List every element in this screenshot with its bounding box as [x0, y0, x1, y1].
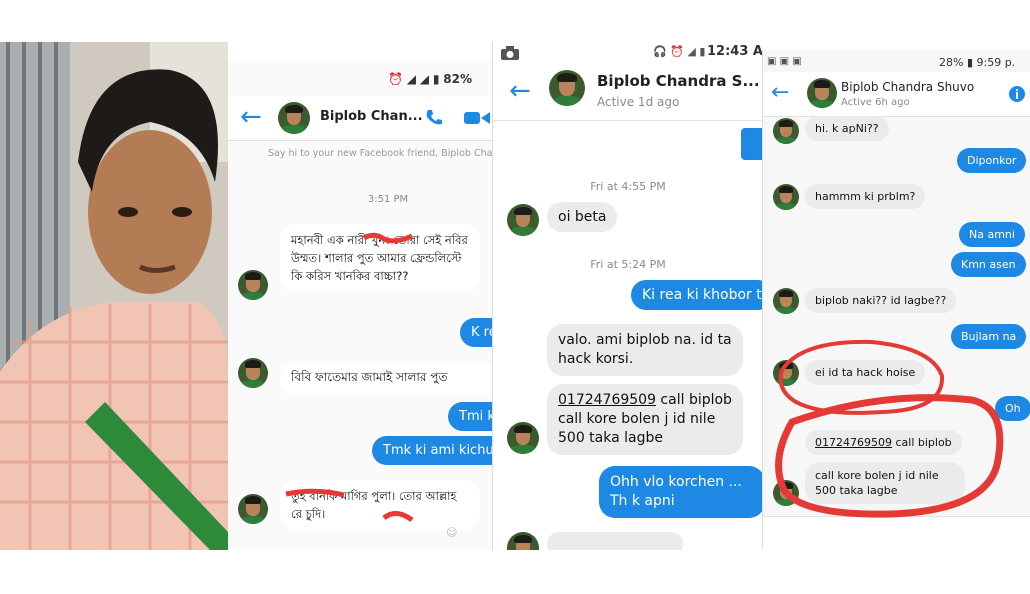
message-outgoing: Ki rea ki khobor t: [631, 280, 763, 310]
emoji-react-icon[interactable]: ☺: [446, 526, 457, 539]
avatar[interactable]: [773, 118, 799, 144]
avatar[interactable]: [773, 184, 799, 210]
message-incoming: 01724769509 call biplob call kore bolen …: [547, 384, 743, 455]
contact-name[interactable]: Biplob Chandra S...: [597, 72, 760, 90]
chat-header: ← Biplob Chan...: [228, 96, 492, 141]
chat-header: ← Biplob Chandra S... Active 1d ago: [493, 64, 763, 121]
message-outgoing: Na amni: [959, 222, 1025, 247]
battery-level: 82%: [443, 72, 473, 86]
avatar[interactable]: [238, 494, 268, 524]
profile-photo: [0, 42, 228, 550]
phone-number-link[interactable]: 01724769509: [558, 392, 656, 408]
message-outgoing: Ohh vlo korchen ... Th k apni: [599, 466, 763, 518]
back-arrow-icon[interactable]: ←: [771, 80, 789, 106]
status-right: 28% ▮ 9:59 p.: [939, 56, 1016, 69]
contact-name[interactable]: Biplob Chan...: [320, 109, 423, 124]
message-incoming: hammm ki prblm?: [805, 184, 926, 209]
active-status: Active 1d ago: [597, 95, 680, 109]
timestamp: 3:51 PM: [367, 194, 409, 205]
message-incoming-partial: [547, 532, 683, 550]
message-incoming: oi beta: [547, 202, 618, 232]
red-annotation-circles: [775, 339, 1004, 518]
timestamp: Fri at 4:55 PM: [590, 180, 666, 193]
back-arrow-icon[interactable]: ←: [240, 104, 262, 130]
chat-panel-1: ⏰ ◢ ◢ ▮ 82% ← Biplob Chan... Say hi to y…: [228, 62, 492, 550]
notification-icons: ▣ ▣ ▣: [767, 56, 802, 67]
status-indicators: ⏰ ◢ ◢ ▮: [388, 72, 440, 86]
back-arrow-icon[interactable]: ←: [509, 78, 531, 104]
avatar[interactable]: [507, 204, 539, 236]
chat-panel-2: 🎧 ⏰ ◢ ▮ 12:43 AM ← Biplob Chandra S... A…: [492, 42, 763, 550]
contact-name[interactable]: Biplob Chandra Shuvo: [841, 80, 974, 94]
avatar[interactable]: [507, 422, 539, 454]
avatar[interactable]: [773, 288, 799, 314]
avatar[interactable]: [549, 70, 585, 106]
profile-photo-illustration: [0, 42, 228, 550]
chat-header: ← Biplob Chandra Shuvo Active 6h ago: [763, 72, 1030, 117]
status-indicators: 🎧 ⏰ ◢ ▮: [653, 45, 706, 58]
phone-call-icon[interactable]: [424, 108, 444, 128]
message-outgoing: Diponkor: [957, 148, 1027, 173]
avatar[interactable]: [807, 78, 837, 108]
message-outgoing: K re: [460, 318, 492, 347]
intro-text: Say hi to your new Facebook friend, Bipl…: [268, 148, 492, 159]
timestamp: Fri at 5:24 PM: [590, 258, 666, 271]
message-incoming: valo. ami biplob na. id ta hack korsi.: [547, 324, 743, 376]
red-scribble-redaction: [362, 232, 414, 244]
message-incoming: biplob naki?? id lagbe??: [805, 288, 957, 313]
status-icons: ⏰ ◢ ◢ ▮ 82%: [388, 72, 472, 86]
camera-icon: [501, 46, 519, 60]
avatar[interactable]: [507, 532, 539, 550]
message-outgoing: Tmi k: [448, 402, 492, 431]
message-incoming: বিবি ফাতেমার জামাই সালার পুত: [280, 362, 492, 396]
clock: 12:43 AM: [707, 44, 763, 59]
active-status: Active 6h ago: [841, 97, 910, 108]
red-scribble-redaction: [285, 488, 414, 523]
avatar[interactable]: [238, 358, 268, 388]
avatar[interactable]: [278, 102, 310, 134]
message-outgoing: Kmn asen: [951, 252, 1026, 277]
video-call-icon[interactable]: [464, 110, 490, 126]
message-outgoing-partial: [741, 128, 763, 160]
message-incoming: hi. k apNi??: [805, 116, 889, 141]
message-outgoing: Tmk ki ami kichu: [372, 436, 492, 465]
info-icon[interactable]: [1009, 86, 1025, 102]
avatar[interactable]: [238, 270, 268, 300]
